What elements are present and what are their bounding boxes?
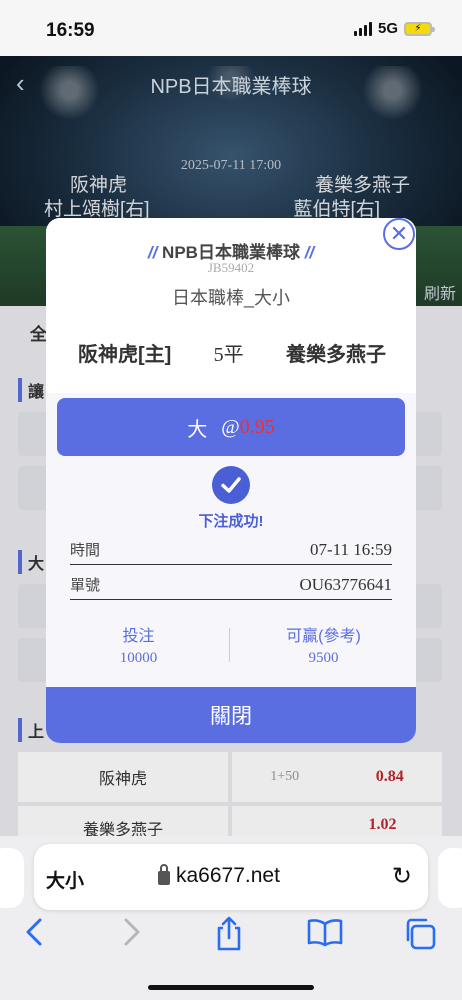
reload-icon[interactable]: ↻ bbox=[392, 862, 412, 891]
order-row: 單號 OU63776641 bbox=[70, 570, 392, 600]
time-row: 時間 07-11 16:59 bbox=[70, 535, 392, 565]
url-text: ka6677.net bbox=[176, 864, 280, 887]
close-icon[interactable]: ✕ bbox=[383, 218, 415, 250]
share-icon[interactable] bbox=[212, 916, 246, 960]
network-type: 5G bbox=[377, 20, 398, 37]
signal-icon bbox=[353, 21, 372, 36]
bet-stats: 投注 10000 可贏(參考) 9500 bbox=[46, 622, 416, 672]
win-label: 可贏(參考) bbox=[286, 628, 361, 645]
matchup: 阪神虎[主] 5平 養樂多燕子 bbox=[46, 338, 416, 367]
time-value: 07-11 16:59 bbox=[309, 539, 392, 559]
lock-icon bbox=[158, 864, 170, 885]
checkmark-icon bbox=[212, 466, 250, 504]
selection-odds: 0.95 bbox=[239, 415, 275, 438]
selection-label: 大 bbox=[187, 418, 208, 441]
battery-charging-icon: ⚡ bbox=[404, 21, 435, 36]
stake-label: 投注 bbox=[122, 628, 155, 645]
bet-line: 5平 bbox=[213, 344, 244, 366]
page-settings-button[interactable]: 大小 bbox=[46, 866, 84, 893]
status-bar: 16:59 5G ⚡ bbox=[0, 0, 462, 56]
bet-selection: 大 @0.95 bbox=[57, 398, 405, 456]
market-name: 日本職棒_大小 bbox=[171, 288, 290, 308]
stake-stat: 投注 10000 bbox=[46, 622, 231, 672]
next-tab-preview[interactable] bbox=[438, 848, 462, 908]
at-symbol: @ bbox=[221, 415, 240, 438]
success-message: 下注成功! bbox=[198, 513, 264, 530]
back-icon[interactable] bbox=[22, 916, 46, 956]
time-label: 時間 bbox=[70, 542, 101, 559]
forward-icon[interactable] bbox=[120, 916, 144, 956]
bookmarks-icon[interactable] bbox=[306, 916, 344, 956]
win-stat: 可贏(參考) 9500 bbox=[231, 622, 416, 672]
tabs-icon[interactable] bbox=[402, 916, 438, 960]
stake-value: 10000 bbox=[119, 650, 158, 666]
browser-toolbar: 大小 ka6677.net ↻ bbox=[0, 836, 462, 1000]
prev-tab-preview[interactable] bbox=[0, 848, 24, 908]
status-time: 16:59 bbox=[46, 20, 95, 41]
order-label: 單號 bbox=[70, 577, 101, 594]
match-code: JB59402 bbox=[207, 260, 255, 275]
stats-divider bbox=[229, 628, 230, 662]
win-value: 9500 bbox=[308, 650, 339, 666]
bet-confirmation-modal: // NPB日本職業棒球 // JB59402 日本職棒_大小 阪神虎[主] 5… bbox=[46, 218, 416, 743]
away-team: 養樂多燕子 bbox=[285, 344, 386, 366]
home-team: 阪神虎[主] bbox=[78, 344, 172, 366]
home-indicator bbox=[148, 985, 314, 990]
status-icons: 5G ⚡ bbox=[353, 20, 435, 37]
close-button[interactable]: 關閉 bbox=[46, 687, 416, 743]
order-value: OU63776641 bbox=[299, 574, 392, 594]
address-bar[interactable]: 大小 ka6677.net ↻ bbox=[34, 844, 428, 910]
url-display[interactable]: ka6677.net bbox=[158, 864, 280, 888]
